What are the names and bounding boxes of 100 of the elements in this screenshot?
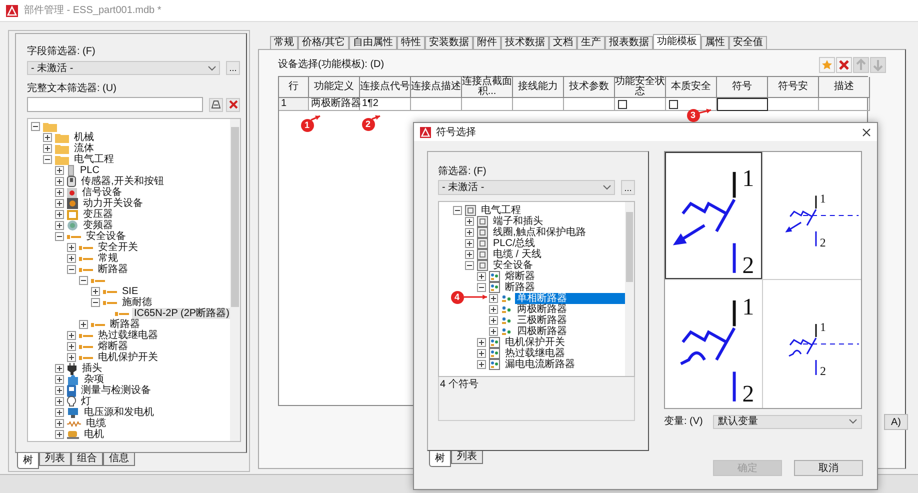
expand-toggle[interactable] (55, 397, 64, 406)
tree-item[interactable]: PLC/总线 (491, 238, 625, 249)
tree-item[interactable]: 电气工程 (479, 205, 625, 216)
tree-item[interactable]: 热过载继电器 (96, 330, 230, 341)
tab[interactable]: 附件 (472, 36, 501, 49)
dialog-button[interactable]: 取消 (794, 460, 863, 476)
expand-toggle[interactable] (55, 419, 64, 428)
breaker-symbol-drawing[interactable]: 1 2 (665, 152, 762, 279)
tree-item[interactable]: 熔断器 (503, 271, 625, 282)
expand-toggle[interactable] (55, 166, 64, 175)
expand-toggle[interactable] (55, 221, 64, 230)
tree-item[interactable]: 杂项 (82, 374, 230, 385)
tree-item[interactable]: 电缆 (84, 418, 230, 429)
tree-item[interactable]: 信号设备 (80, 187, 230, 198)
expand-toggle[interactable] (465, 250, 474, 259)
table-cell[interactable]: 两极断路器 (309, 98, 360, 111)
expand-toggle[interactable] (91, 287, 100, 296)
breaker-symbol-drawing[interactable]: 1 2 (763, 280, 861, 408)
tree-item[interactable]: 流体 (72, 143, 230, 154)
expand-toggle[interactable] (489, 316, 498, 325)
tree-item[interactable]: 三极断路器 (515, 315, 625, 326)
expand-toggle[interactable] (43, 144, 52, 153)
expand-toggle[interactable] (489, 294, 498, 303)
tree-item[interactable]: 常规 (96, 253, 230, 264)
tab[interactable]: 常规 (270, 36, 298, 49)
tree-item[interactable]: 端子和插头 (491, 216, 625, 227)
expand-toggle[interactable] (55, 199, 64, 208)
tab[interactable]: 生产 (576, 36, 605, 49)
expand-toggle[interactable] (55, 364, 64, 373)
expand-toggle[interactable] (91, 298, 100, 307)
expand-toggle[interactable] (453, 206, 462, 215)
tree-item[interactable]: PLC (78, 165, 230, 176)
tree-item[interactable]: 断路器 (108, 319, 230, 330)
apply-filter-button[interactable] (209, 98, 224, 112)
tab[interactable]: 列表 (451, 451, 483, 464)
apply-button[interactable]: A) (884, 414, 908, 430)
tab[interactable]: 技术数据 (500, 36, 549, 49)
checkbox[interactable] (618, 100, 627, 108)
expand-toggle[interactable] (477, 349, 486, 358)
table-cell[interactable] (819, 98, 870, 111)
tree-item[interactable]: 两极断路器 (515, 304, 625, 315)
tree-item[interactable]: 电压源和发电机 (82, 407, 230, 418)
expand-toggle[interactable] (465, 217, 474, 226)
tree-item[interactable]: 四极断路器 (515, 326, 625, 337)
tab[interactable]: 自由属性 (348, 36, 397, 49)
tab[interactable]: 列表 (39, 453, 71, 466)
tree-item[interactable]: 熔断器 (96, 341, 230, 352)
expand-toggle[interactable] (67, 342, 76, 351)
table-cell[interactable] (717, 98, 768, 111)
tree-item[interactable]: 漏电电流断路器 (503, 359, 625, 370)
table-cell[interactable]: 1¶2 (360, 98, 411, 111)
table-cell[interactable] (513, 98, 564, 111)
tree-item[interactable]: 安全设备 (84, 231, 230, 242)
tree-item[interactable]: SIE (120, 286, 230, 297)
tab[interactable]: 树 (429, 451, 451, 467)
tree-item[interactable]: 热过载继电器 (503, 348, 625, 359)
breaker-symbol-drawing[interactable]: 1 2 (763, 152, 861, 279)
scrollbar[interactable] (230, 119, 240, 441)
expand-toggle[interactable] (55, 210, 64, 219)
tab[interactable]: 功能模板 (652, 34, 701, 49)
tree-item[interactable]: 安全开关 (96, 242, 230, 253)
expand-toggle[interactable] (43, 155, 52, 164)
tree-item[interactable]: 灯 (79, 396, 230, 407)
clear-filter-button[interactable] (226, 98, 240, 112)
expand-toggle[interactable] (465, 228, 474, 237)
breaker-symbol-drawing[interactable]: 1 2 (665, 280, 762, 408)
tab[interactable]: 安全值 (728, 36, 767, 49)
tree-item[interactable]: 电缆 / 天线 (491, 249, 625, 260)
tree-item[interactable]: IC65N-2P (2P断路器) (132, 308, 230, 319)
table-cell[interactable] (564, 98, 615, 111)
table-cell[interactable] (411, 98, 462, 111)
expand-toggle[interactable] (477, 360, 486, 369)
scrollbar[interactable] (625, 202, 634, 376)
expand-toggle[interactable] (465, 239, 474, 248)
tree-item[interactable]: 安全设备 (491, 260, 625, 271)
delete-button[interactable] (836, 57, 852, 73)
expand-toggle[interactable] (43, 133, 52, 142)
tree-item[interactable]: 电机保护开关 (503, 337, 625, 348)
field-filter-dropdown[interactable]: - 未激活 - (27, 61, 220, 75)
expand-toggle[interactable] (67, 331, 76, 340)
tab[interactable]: 信息 (103, 453, 135, 466)
tab[interactable]: 特性 (396, 36, 425, 49)
tree-item[interactable]: 单相断路器 (515, 293, 625, 304)
expand-toggle[interactable] (477, 338, 486, 347)
expand-toggle[interactable] (55, 177, 64, 186)
tree-item[interactable]: 线圈,触点和保护电路 (491, 227, 625, 238)
tab[interactable]: 安装数据 (424, 36, 473, 49)
tree-item[interactable]: 电气工程 (72, 154, 230, 165)
table-cell[interactable] (462, 98, 513, 111)
expand-toggle[interactable] (55, 408, 64, 417)
expand-toggle[interactable] (465, 261, 474, 270)
expand-toggle[interactable] (55, 386, 64, 395)
tab[interactable]: 价格/其它 (298, 36, 349, 49)
text-filter-field[interactable] (27, 97, 204, 112)
variant-dropdown[interactable]: 默认变量 (713, 414, 862, 428)
tab[interactable]: 文档 (548, 36, 577, 49)
expand-toggle[interactable] (55, 430, 64, 439)
expand-toggle[interactable] (31, 122, 40, 131)
expand-toggle[interactable] (79, 320, 88, 329)
checkbox[interactable] (669, 100, 678, 108)
